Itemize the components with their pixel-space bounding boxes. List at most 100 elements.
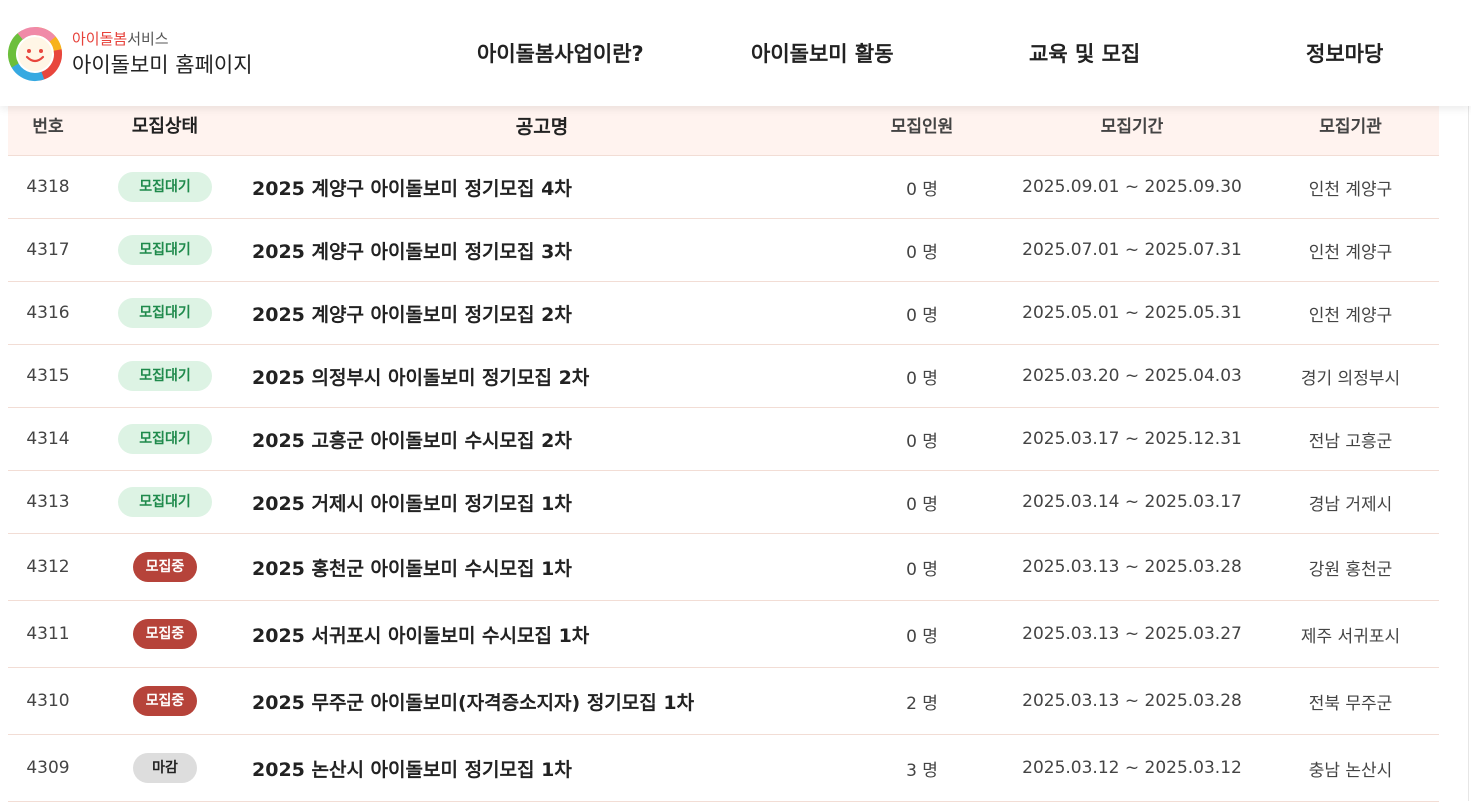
site-header: 아이돌봄서비스 아이돌보미 홈페이지 아이돌봄사업이란? 아이돌보미 활동 교육… xyxy=(0,0,1471,106)
row-number: 4309 xyxy=(26,758,70,778)
col-header-org: 모집기관 xyxy=(1319,117,1382,137)
row-number: 4311 xyxy=(26,624,70,644)
row-org: 강원 홍천군 xyxy=(1308,559,1393,580)
status-badge: 모집대기 xyxy=(118,487,212,517)
row-status-cell: 모집대기 xyxy=(88,235,242,265)
row-org: 경남 거제시 xyxy=(1308,494,1393,515)
logo-subtitle-rest: 서비스 xyxy=(127,29,169,48)
table-body: 4318 모집대기 2025 계양구 아이돌보미 정기모집 4차 0 명 2025.09… xyxy=(8,156,1439,802)
row-status-cell: 모집대기 xyxy=(88,487,242,517)
row-period: 2025.03.14 ~ 2025.03.17 xyxy=(1022,492,1242,512)
table-row[interactable]: 4316 모집대기 2025 계양구 아이돌보미 정기모집 2차 0 명 2025.05… xyxy=(8,282,1439,345)
status-badge: 마감 xyxy=(133,753,197,783)
row-status-cell: 마감 xyxy=(88,753,242,783)
row-status-cell: 모집중 xyxy=(88,686,242,716)
row-period: 2025.03.13 ~ 2025.03.28 xyxy=(1022,691,1242,711)
row-org: 충남 논산시 xyxy=(1308,760,1393,781)
row-period: 2025.03.12 ~ 2025.03.12 xyxy=(1022,758,1242,778)
table-row[interactable]: 4309 마감 2025 논산시 아이돌보미 정기모집 1차 3 명 2025.03.1… xyxy=(8,735,1439,802)
row-org: 전북 무주군 xyxy=(1308,693,1393,714)
table-row[interactable]: 4311 모집중 2025 서귀포시 아이돌보미 수시모집 1차 0 명 2025.03… xyxy=(8,601,1439,668)
status-badge: 모집중 xyxy=(132,619,198,649)
row-status-cell: 모집중 xyxy=(88,552,242,582)
row-title-link[interactable]: 2025 거제시 아이돌보미 정기모집 1차 xyxy=(242,489,842,516)
page-divider xyxy=(1468,106,1469,801)
row-status-cell: 모집중 xyxy=(88,619,242,649)
row-count: 2 명 xyxy=(906,693,938,714)
row-number: 4312 xyxy=(26,557,70,577)
row-status-cell: 모집대기 xyxy=(88,172,242,202)
row-period: 2025.09.01 ~ 2025.09.30 xyxy=(1022,177,1242,197)
table-row[interactable]: 4312 모집중 2025 홍천군 아이돌보미 수시모집 1차 0 명 2025.03.… xyxy=(8,534,1439,601)
col-header-title: 공고명 xyxy=(515,116,569,138)
row-number: 4313 xyxy=(26,492,70,512)
row-org: 경기 의정부시 xyxy=(1300,368,1401,389)
row-count: 0 명 xyxy=(906,431,938,452)
row-count: 0 명 xyxy=(906,305,938,326)
row-status-cell: 모집대기 xyxy=(88,424,242,454)
row-org: 제주 서귀포시 xyxy=(1300,626,1401,647)
col-header-number: 번호 xyxy=(32,117,64,137)
nav-item-activities[interactable]: 아이돌보미 활동 xyxy=(751,38,894,68)
col-header-status: 모집상태 xyxy=(131,116,199,137)
row-count: 3 명 xyxy=(906,760,938,781)
row-title-link[interactable]: 2025 논산시 아이돌보미 정기모집 1차 xyxy=(242,755,842,782)
status-badge: 모집대기 xyxy=(118,361,212,391)
nav-item-education-recruit[interactable]: 교육 및 모집 xyxy=(1029,38,1140,68)
table-row[interactable]: 4310 모집중 2025 무주군 아이돌보미(자격증소지자) 정기모집 1차 2 명… xyxy=(8,668,1439,735)
row-org: 인천 계양구 xyxy=(1308,305,1393,326)
nav-item-info[interactable]: 정보마당 xyxy=(1306,38,1383,68)
status-badge: 모집대기 xyxy=(118,235,212,265)
logo-text: 아이돌봄서비스 아이돌보미 홈페이지 xyxy=(72,29,253,80)
col-header-period: 모집기간 xyxy=(1100,117,1164,137)
row-number: 4310 xyxy=(26,691,70,711)
row-title-link[interactable]: 2025 계양구 아이돌보미 정기모집 3차 xyxy=(242,237,842,264)
row-status-cell: 모집대기 xyxy=(88,361,242,391)
row-count: 0 명 xyxy=(906,242,938,263)
status-badge: 모집중 xyxy=(132,552,198,582)
row-title-link[interactable]: 2025 계양구 아이돌보미 정기모집 2차 xyxy=(242,300,842,327)
row-count: 0 명 xyxy=(906,559,938,580)
table-row[interactable]: 4315 모집대기 2025 의정부시 아이돌보미 정기모집 2차 0 명 2025.0… xyxy=(8,345,1439,408)
row-period: 2025.03.17 ~ 2025.12.31 xyxy=(1022,429,1242,449)
row-title-link[interactable]: 2025 계양구 아이돌보미 정기모집 4차 xyxy=(242,174,842,201)
row-count: 0 명 xyxy=(906,179,938,200)
nav-item-about[interactable]: 아이돌봄사업이란? xyxy=(477,38,644,68)
row-period: 2025.03.13 ~ 2025.03.28 xyxy=(1022,557,1242,577)
row-org: 인천 계양구 xyxy=(1308,179,1393,200)
status-badge: 모집대기 xyxy=(118,298,212,328)
row-count: 0 명 xyxy=(906,368,938,389)
row-number: 4315 xyxy=(26,366,70,386)
table-row[interactable]: 4317 모집대기 2025 계양구 아이돌보미 정기모집 3차 0 명 2025.07… xyxy=(8,219,1439,282)
row-period: 2025.07.01 ~ 2025.07.31 xyxy=(1022,240,1242,260)
row-title-link[interactable]: 2025 홍천군 아이돌보미 수시모집 1차 xyxy=(242,554,842,581)
status-badge: 모집대기 xyxy=(118,424,212,454)
table-row[interactable]: 4313 모집대기 2025 거제시 아이돌보미 정기모집 1차 0 명 2025.03… xyxy=(8,471,1439,534)
status-badge: 모집대기 xyxy=(118,172,212,202)
logo-title: 아이돌보미 홈페이지 xyxy=(72,52,253,77)
row-number: 4317 xyxy=(26,240,70,260)
recruit-table: 번호 모집상태 공고명 모집인원 모집기간 모집기관 4318 모집대기 2025 … xyxy=(8,94,1439,802)
row-status-cell: 모집대기 xyxy=(88,298,242,328)
row-count: 0 명 xyxy=(906,626,938,647)
smiley-face-logo-icon xyxy=(8,26,63,81)
logo-subtitle: 아이돌봄서비스 xyxy=(72,29,253,49)
row-number: 4314 xyxy=(26,429,70,449)
site-logo[interactable]: 아이돌봄서비스 아이돌보미 홈페이지 xyxy=(7,26,253,82)
logo-accent-text: 아이돌봄 xyxy=(72,29,128,48)
row-org: 전남 고흥군 xyxy=(1308,431,1393,452)
row-title-link[interactable]: 2025 고흥군 아이돌보미 수시모집 2차 xyxy=(242,426,842,453)
row-org: 인천 계양구 xyxy=(1308,242,1393,263)
status-badge: 모집중 xyxy=(132,686,198,716)
row-count: 0 명 xyxy=(906,494,938,515)
row-title-link[interactable]: 2025 의정부시 아이돌보미 정기모집 2차 xyxy=(242,363,842,390)
row-number: 4318 xyxy=(26,177,70,197)
row-period: 2025.03.13 ~ 2025.03.27 xyxy=(1022,624,1242,644)
table-row[interactable]: 4314 모집대기 2025 고흥군 아이돌보미 수시모집 2차 0 명 2025.03… xyxy=(8,408,1439,471)
row-title-link[interactable]: 2025 무주군 아이돌보미(자격증소지자) 정기모집 1차 xyxy=(242,688,842,715)
row-number: 4316 xyxy=(26,303,70,323)
row-title-link[interactable]: 2025 서귀포시 아이돌보미 수시모집 1차 xyxy=(242,621,842,648)
table-row[interactable]: 4318 모집대기 2025 계양구 아이돌보미 정기모집 4차 0 명 2025.09… xyxy=(8,156,1439,219)
row-period: 2025.05.01 ~ 2025.05.31 xyxy=(1022,303,1242,323)
row-period: 2025.03.20 ~ 2025.04.03 xyxy=(1022,366,1242,386)
